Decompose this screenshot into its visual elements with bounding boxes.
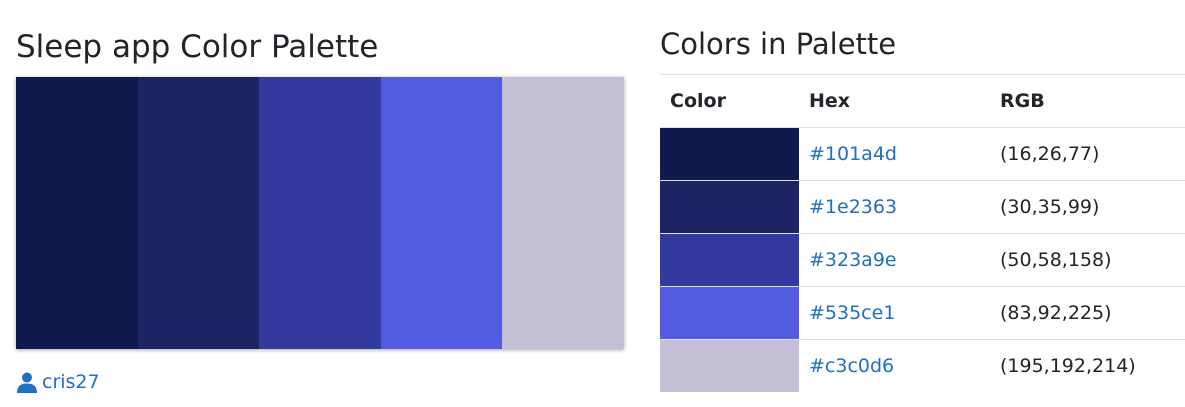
color-cell [660,339,799,392]
color-cell [660,127,799,181]
rgb-value: (83,92,225) [990,286,1185,340]
hex-link[interactable]: #1e2363 [809,196,897,218]
hex-cell: #535ce1 [799,286,990,340]
table-row: #101a4d (16,26,77) [660,127,1185,181]
column-header-rgb: RGB [990,74,1185,128]
colors-panel: Colors in Palette Color Hex RGB #101a4d … [660,0,1185,407]
rgb-value: (195,192,214) [990,339,1185,392]
hex-cell: #101a4d [799,127,990,181]
color-swatch [660,287,799,339]
color-swatch [660,340,799,392]
hex-cell: #323a9e [799,233,990,287]
column-header-hex: Hex [799,74,990,128]
rgb-value: (30,35,99) [990,180,1185,234]
color-cell [660,233,799,287]
author-link[interactable]: cris27 [16,368,100,396]
palette-swatch[interactable] [259,77,381,349]
table-row: #535ce1 (83,92,225) [660,286,1185,340]
palette-strip [16,77,624,349]
page-title: Sleep app Color Palette [16,29,379,65]
column-header-color: Color [660,74,799,128]
table-row: #323a9e (50,58,158) [660,233,1185,287]
palette-swatch[interactable] [502,77,624,349]
author-name: cris27 [42,371,100,393]
section-title: Colors in Palette [660,27,897,61]
rgb-value: (16,26,77) [990,127,1185,181]
table-row: #c3c0d6 (195,192,214) [660,339,1185,392]
hex-cell: #c3c0d6 [799,339,990,392]
rgb-value: (50,58,158) [990,233,1185,287]
hex-link[interactable]: #c3c0d6 [809,355,894,377]
colors-table: Color Hex RGB #101a4d (16,26,77) #1e2363… [660,74,1185,392]
palette-swatch[interactable] [16,77,138,349]
palette-swatch[interactable] [137,77,260,349]
color-swatch [660,234,799,286]
color-swatch [660,181,799,233]
hex-link[interactable]: #101a4d [809,143,897,165]
hex-cell: #1e2363 [799,180,990,234]
hex-link[interactable]: #535ce1 [809,302,895,324]
table-row: #1e2363 (30,35,99) [660,180,1185,234]
table-header-row: Color Hex RGB [660,74,1185,128]
palette-swatch[interactable] [380,77,503,349]
palette-panel: Sleep app Color Palette cris27 [16,0,624,407]
color-cell [660,286,799,340]
color-swatch [660,128,799,180]
color-cell [660,180,799,234]
hex-link[interactable]: #323a9e [809,249,897,271]
user-icon [16,371,42,393]
